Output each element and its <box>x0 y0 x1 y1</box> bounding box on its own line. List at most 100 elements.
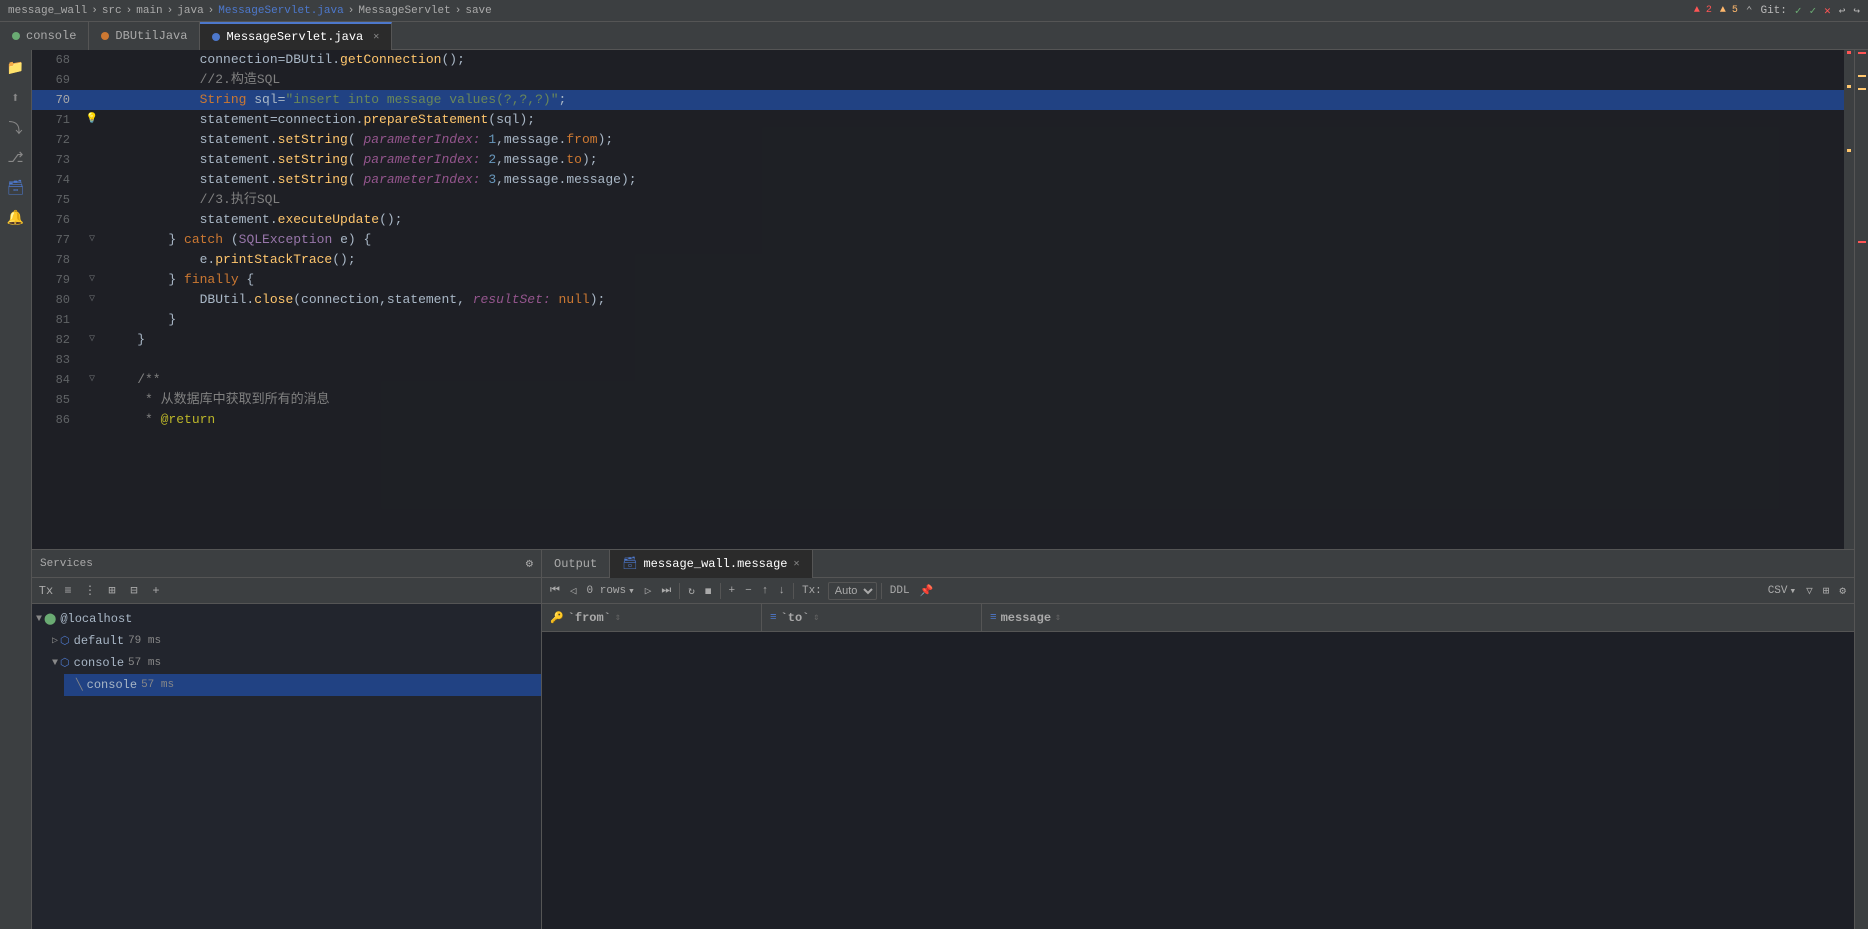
db-icon-default: ⬡ <box>60 634 70 648</box>
line-num-72: 72 <box>32 130 82 150</box>
gutter-80[interactable]: ▽ <box>82 290 102 310</box>
sidebar-project-icon[interactable]: 📁 <box>2 54 30 82</box>
db-settings-btn[interactable]: ⚙ <box>1835 581 1850 601</box>
tab-dbutiljava[interactable]: DBUtilJava <box>89 22 200 50</box>
code-line-83: 83 <box>32 350 1854 370</box>
db-add-btn[interactable]: + <box>725 581 740 601</box>
line-num-75: 75 <box>32 190 82 210</box>
gutter-77[interactable]: ▽ <box>82 230 102 250</box>
db-csv-btn[interactable]: CSV ▾ <box>1764 581 1800 601</box>
code-line-73: 73 statement.setString( parameterIndex: … <box>32 150 1854 170</box>
code-line-86: 86 * @return <box>32 410 1854 430</box>
db-down-btn[interactable]: ↓ <box>774 581 789 601</box>
tree-label-default: default <box>74 634 124 648</box>
db-col-from-key-icon: 🔑 <box>550 611 564 625</box>
line-num-78: 78 <box>32 250 82 270</box>
db-ddl-btn[interactable]: DDL <box>886 581 914 601</box>
db-schema-btn[interactable]: ⊞ <box>1819 581 1834 601</box>
line-num-84: 84 <box>32 370 82 390</box>
undo-icon[interactable]: ↩ <box>1839 4 1846 18</box>
db-nav-next-btn[interactable]: ▷ <box>641 581 656 601</box>
services-add-btn[interactable]: + <box>146 581 166 601</box>
db-filter-btn[interactable]: ▽ <box>1802 581 1817 601</box>
tab-messageservlet[interactable]: MessageServlet.java ✕ <box>200 22 392 50</box>
code-line-80: 80 ▽ DBUtil.close(connection,statement, … <box>32 290 1854 310</box>
db-up-btn[interactable]: ↑ <box>758 581 773 601</box>
db-nav-last-btn[interactable]: ⏭ <box>657 581 675 601</box>
line-content-82: } <box>102 330 1854 350</box>
tree-item-console-group[interactable]: ▼ ⬡ console 57 ms <box>48 652 541 674</box>
tree-label-console: console <box>87 678 137 692</box>
db-tab-message[interactable]: 🗃 message_wall.message ✕ <box>610 550 812 578</box>
db-col-message[interactable]: ≡ message ⇕ <box>982 604 1282 631</box>
tree-badge-default: 79 ms <box>128 635 161 647</box>
sidebar-git-icon[interactable]: ⎇ <box>2 144 30 172</box>
breadcrumb-project: message_wall <box>8 5 87 17</box>
services-remove-btn[interactable]: ⊟ <box>124 581 144 601</box>
line-content-85: * 从数据库中获取到所有的消息 <box>102 390 1854 410</box>
db-tab-message-label: message_wall.message <box>643 557 787 571</box>
services-list-btn[interactable]: ≡ <box>58 581 78 601</box>
tree-expand-localhost: ▼ <box>36 614 42 625</box>
tab-console[interactable]: console <box>0 22 89 50</box>
services-title: Services <box>40 558 93 570</box>
db-tx-mode-select[interactable]: Auto <box>828 582 877 600</box>
code-line-78: 78 e.printStackTrace(); <box>32 250 1854 270</box>
db-tabs: Output 🗃 message_wall.message ✕ <box>542 550 1854 578</box>
editor-area: 68 connection=DBUtil.getConnection(); 69… <box>32 50 1854 929</box>
db-tab-close-icon[interactable]: ✕ <box>793 558 799 570</box>
gutter-84[interactable]: ▽ <box>82 370 102 390</box>
code-line-81: 81 } <box>32 310 1854 330</box>
line-num-70: 70 <box>32 90 82 110</box>
line-num-76: 76 <box>32 210 82 230</box>
db-col-from[interactable]: 🔑 `from` ⇕ <box>542 604 762 631</box>
code-line-74: 74 statement.setString( parameterIndex: … <box>32 170 1854 190</box>
expand-icon[interactable]: ⌃ <box>1746 4 1753 18</box>
line-num-69: 69 <box>32 70 82 90</box>
db-col-to[interactable]: ≡ `to` ⇕ <box>762 604 982 631</box>
breadcrumb-java: java <box>177 5 203 17</box>
git-check2: ✓ <box>1810 4 1817 18</box>
tab-close-icon[interactable]: ✕ <box>373 31 379 43</box>
db-col-message-icon: ≡ <box>990 612 997 624</box>
line-content-71: statement=connection.prepareStatement(sq… <box>102 110 1854 130</box>
sidebar-commit-icon[interactable]: ⬆ <box>2 84 30 112</box>
db-nav-prev-btn[interactable]: ◁ <box>566 581 581 601</box>
tree-item-localhost[interactable]: ▼ ⬤ @localhost <box>32 608 541 630</box>
code-content[interactable]: 68 connection=DBUtil.getConnection(); 69… <box>32 50 1854 549</box>
warning-marker-2 <box>1858 88 1866 90</box>
db-rows-label[interactable]: 0 rows ▾ <box>583 581 639 601</box>
db-delete-btn[interactable]: − <box>741 581 756 601</box>
services-settings-icon[interactable]: ⚙ <box>526 556 533 571</box>
redo-icon[interactable]: ↪ <box>1853 4 1860 18</box>
db-stop-btn[interactable]: ◼ <box>701 581 716 601</box>
editor-scrollbar[interactable] <box>1844 50 1854 549</box>
code-line-70: 70 String sql="insert into message value… <box>32 90 1854 110</box>
sidebar-notifications-icon[interactable]: 🔔 <box>2 204 30 232</box>
line-num-73: 73 <box>32 150 82 170</box>
code-editor: 68 connection=DBUtil.getConnection(); 69… <box>32 50 1854 549</box>
code-line-71: 71 💡 statement=connection.prepareStateme… <box>32 110 1854 130</box>
line-num-85: 85 <box>32 390 82 410</box>
services-grid-btn[interactable]: ⊞ <box>102 581 122 601</box>
tree-item-console[interactable]: ▷ ╲ console 57 ms <box>64 674 541 696</box>
db-nav-first-btn[interactable]: ⏮ <box>546 581 564 601</box>
sidebar-dbbrowser-icon[interactable]: 🗃 <box>2 174 30 202</box>
db-refresh-btn[interactable]: ↻ <box>684 581 699 601</box>
gutter-82[interactable]: ▽ <box>82 330 102 350</box>
line-num-71: 71 <box>32 110 82 130</box>
tree-item-default[interactable]: ▷ ⬡ default 79 ms <box>48 630 541 652</box>
services-more-btn[interactable]: ⋮ <box>80 581 100 601</box>
sidebar-pullrequest-icon[interactable]: ⤵ <box>2 114 30 142</box>
warning-marker-1 <box>1858 75 1866 77</box>
db-tab-output-label: Output <box>554 557 597 571</box>
db-tab-output[interactable]: Output <box>542 550 610 578</box>
lightbulb-icon[interactable]: 💡 <box>86 110 98 130</box>
db-tab-message-icon: 🗃 <box>622 556 637 571</box>
db-pin-btn[interactable]: 📌 <box>916 581 938 601</box>
gutter-79[interactable]: ▽ <box>82 270 102 290</box>
error-badge: ▲ 2 <box>1694 5 1712 16</box>
services-tx-btn[interactable]: Tx <box>36 581 56 601</box>
line-content-69: //2.构造SQL <box>102 70 1854 90</box>
line-content-79: } finally { <box>102 270 1854 290</box>
